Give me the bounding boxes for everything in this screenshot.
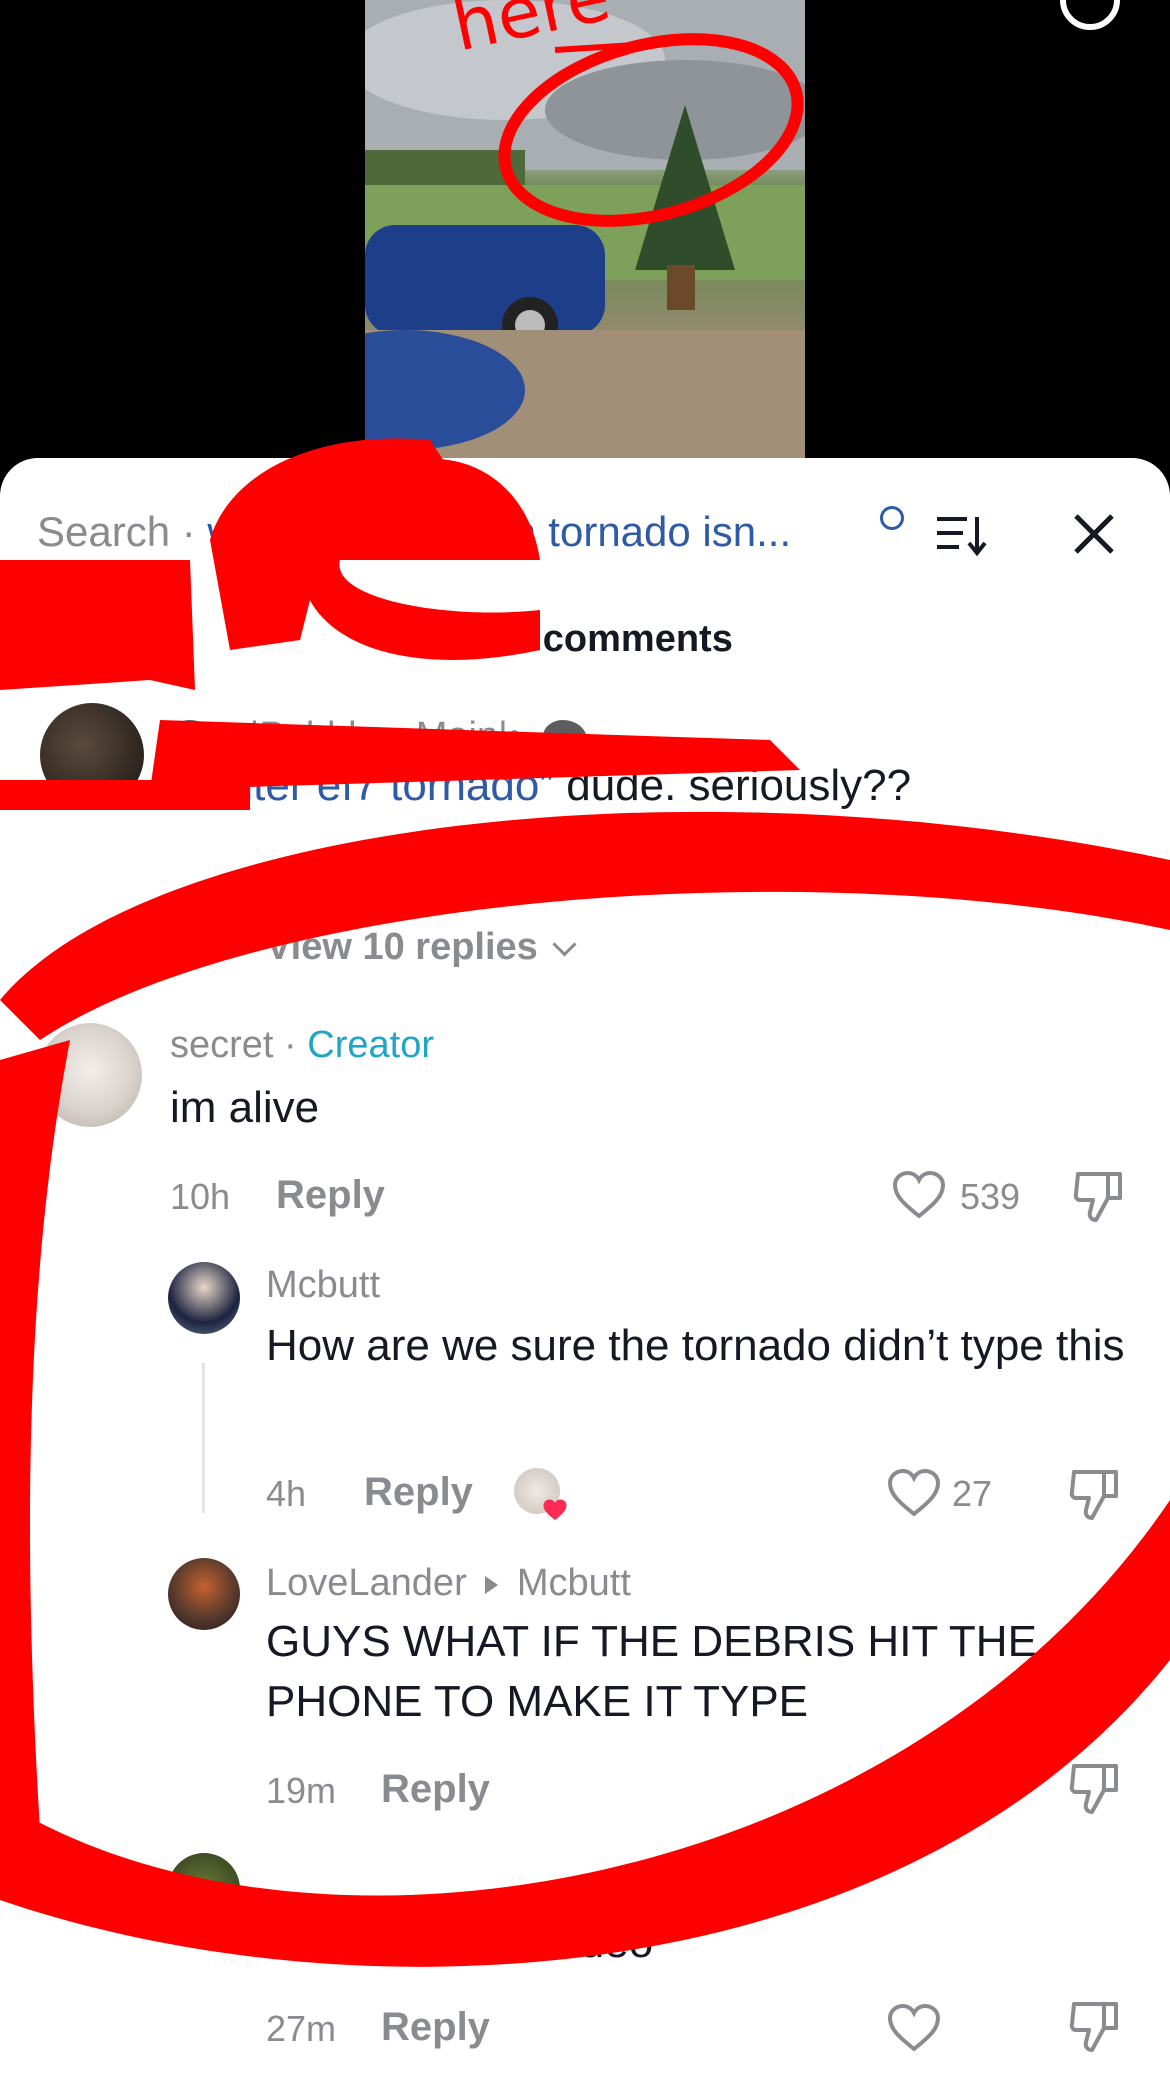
rock-icon bbox=[543, 719, 588, 756]
reply-button[interactable]: Reply bbox=[381, 2005, 490, 2050]
reply-to-username[interactable]: Mcbutt bbox=[517, 1562, 631, 1604]
view-replies-button[interactable]: View 10 replies bbox=[266, 926, 577, 969]
search-icon[interactable] bbox=[1060, 0, 1120, 30]
search-link[interactable]: “jupiter ef7 tornado” bbox=[170, 761, 554, 810]
avatar[interactable] bbox=[40, 703, 144, 807]
comments-sheet: Search · what happens if a tornado isn..… bbox=[0, 458, 1170, 2080]
reply-time: 19m bbox=[266, 1770, 337, 1811]
search-suggestion[interactable]: Search · what happens if a tornado isn..… bbox=[37, 508, 791, 556]
video-player[interactable]: here bbox=[0, 0, 1170, 520]
heart-icon[interactable] bbox=[887, 1468, 941, 1518]
rock-icon bbox=[170, 719, 214, 756]
reply-text: ideo bbox=[570, 1918, 654, 1967]
avatar[interactable] bbox=[168, 1558, 240, 1630]
heart-icon[interactable] bbox=[887, 2003, 941, 2053]
reply-username[interactable]: Mcbutt bbox=[266, 1264, 380, 1307]
comment-text: “jupiter ef7 tornado” dude. seriously?? bbox=[170, 761, 912, 810]
reply-username[interactable]: LoveLander Mcbutt bbox=[266, 1562, 631, 1605]
dislike-icon[interactable] bbox=[1068, 1760, 1122, 1816]
reply-button[interactable]: Reply bbox=[364, 1470, 473, 1515]
comment-username[interactable]: secret · Creator bbox=[170, 1024, 434, 1067]
close-icon[interactable] bbox=[1068, 508, 1120, 560]
reply-button[interactable]: Reply bbox=[276, 1173, 385, 1218]
comment-time: 10h bbox=[170, 1176, 231, 1217]
avatar[interactable] bbox=[168, 1853, 240, 1925]
search-icon[interactable] bbox=[880, 506, 904, 530]
annotation-circle: here bbox=[446, 0, 804, 227]
reply-button[interactable]: Reply bbox=[381, 1767, 490, 1812]
avatar[interactable] bbox=[38, 1023, 142, 1127]
comment-username[interactable]: ~•|Pebble。Main|•~ bbox=[170, 704, 588, 759]
comment-count: 1,327 comments bbox=[437, 618, 733, 660]
sort-icon[interactable] bbox=[935, 513, 987, 557]
heart-icon bbox=[543, 1499, 567, 1521]
dislike-icon[interactable] bbox=[1072, 1168, 1126, 1224]
video-thumbnail: here bbox=[365, 0, 805, 470]
reply-text: How are we sure the tornado didn’t type … bbox=[266, 1321, 1125, 1370]
creator-liked-indicator bbox=[514, 1468, 567, 1521]
creator-badge: Creator bbox=[307, 1024, 434, 1066]
heart-icon[interactable] bbox=[892, 1170, 946, 1220]
avatar[interactable] bbox=[168, 1262, 240, 1334]
dislike-icon[interactable] bbox=[1068, 1466, 1122, 1522]
play-arrow-icon bbox=[485, 1575, 499, 1594]
reply-time: 27m bbox=[266, 2008, 337, 2049]
dislike-icon[interactable] bbox=[1068, 1998, 1122, 2054]
chevron-down-icon bbox=[552, 932, 577, 957]
search-bar[interactable]: Search · what happens if a tornado isn..… bbox=[0, 458, 1170, 608]
reply-text: GUYS WHAT IF THE DEBRIS HIT THE PHONE TO… bbox=[266, 1617, 1037, 1726]
thread-line bbox=[202, 1363, 205, 1513]
reply-time: 4h bbox=[266, 1473, 307, 1514]
like-count: 27 bbox=[952, 1473, 993, 1514]
like-count: 539 bbox=[960, 1176, 1021, 1217]
search-query: what happens if a tornado isn... bbox=[207, 508, 792, 555]
comment-text: im alive bbox=[170, 1083, 320, 1132]
